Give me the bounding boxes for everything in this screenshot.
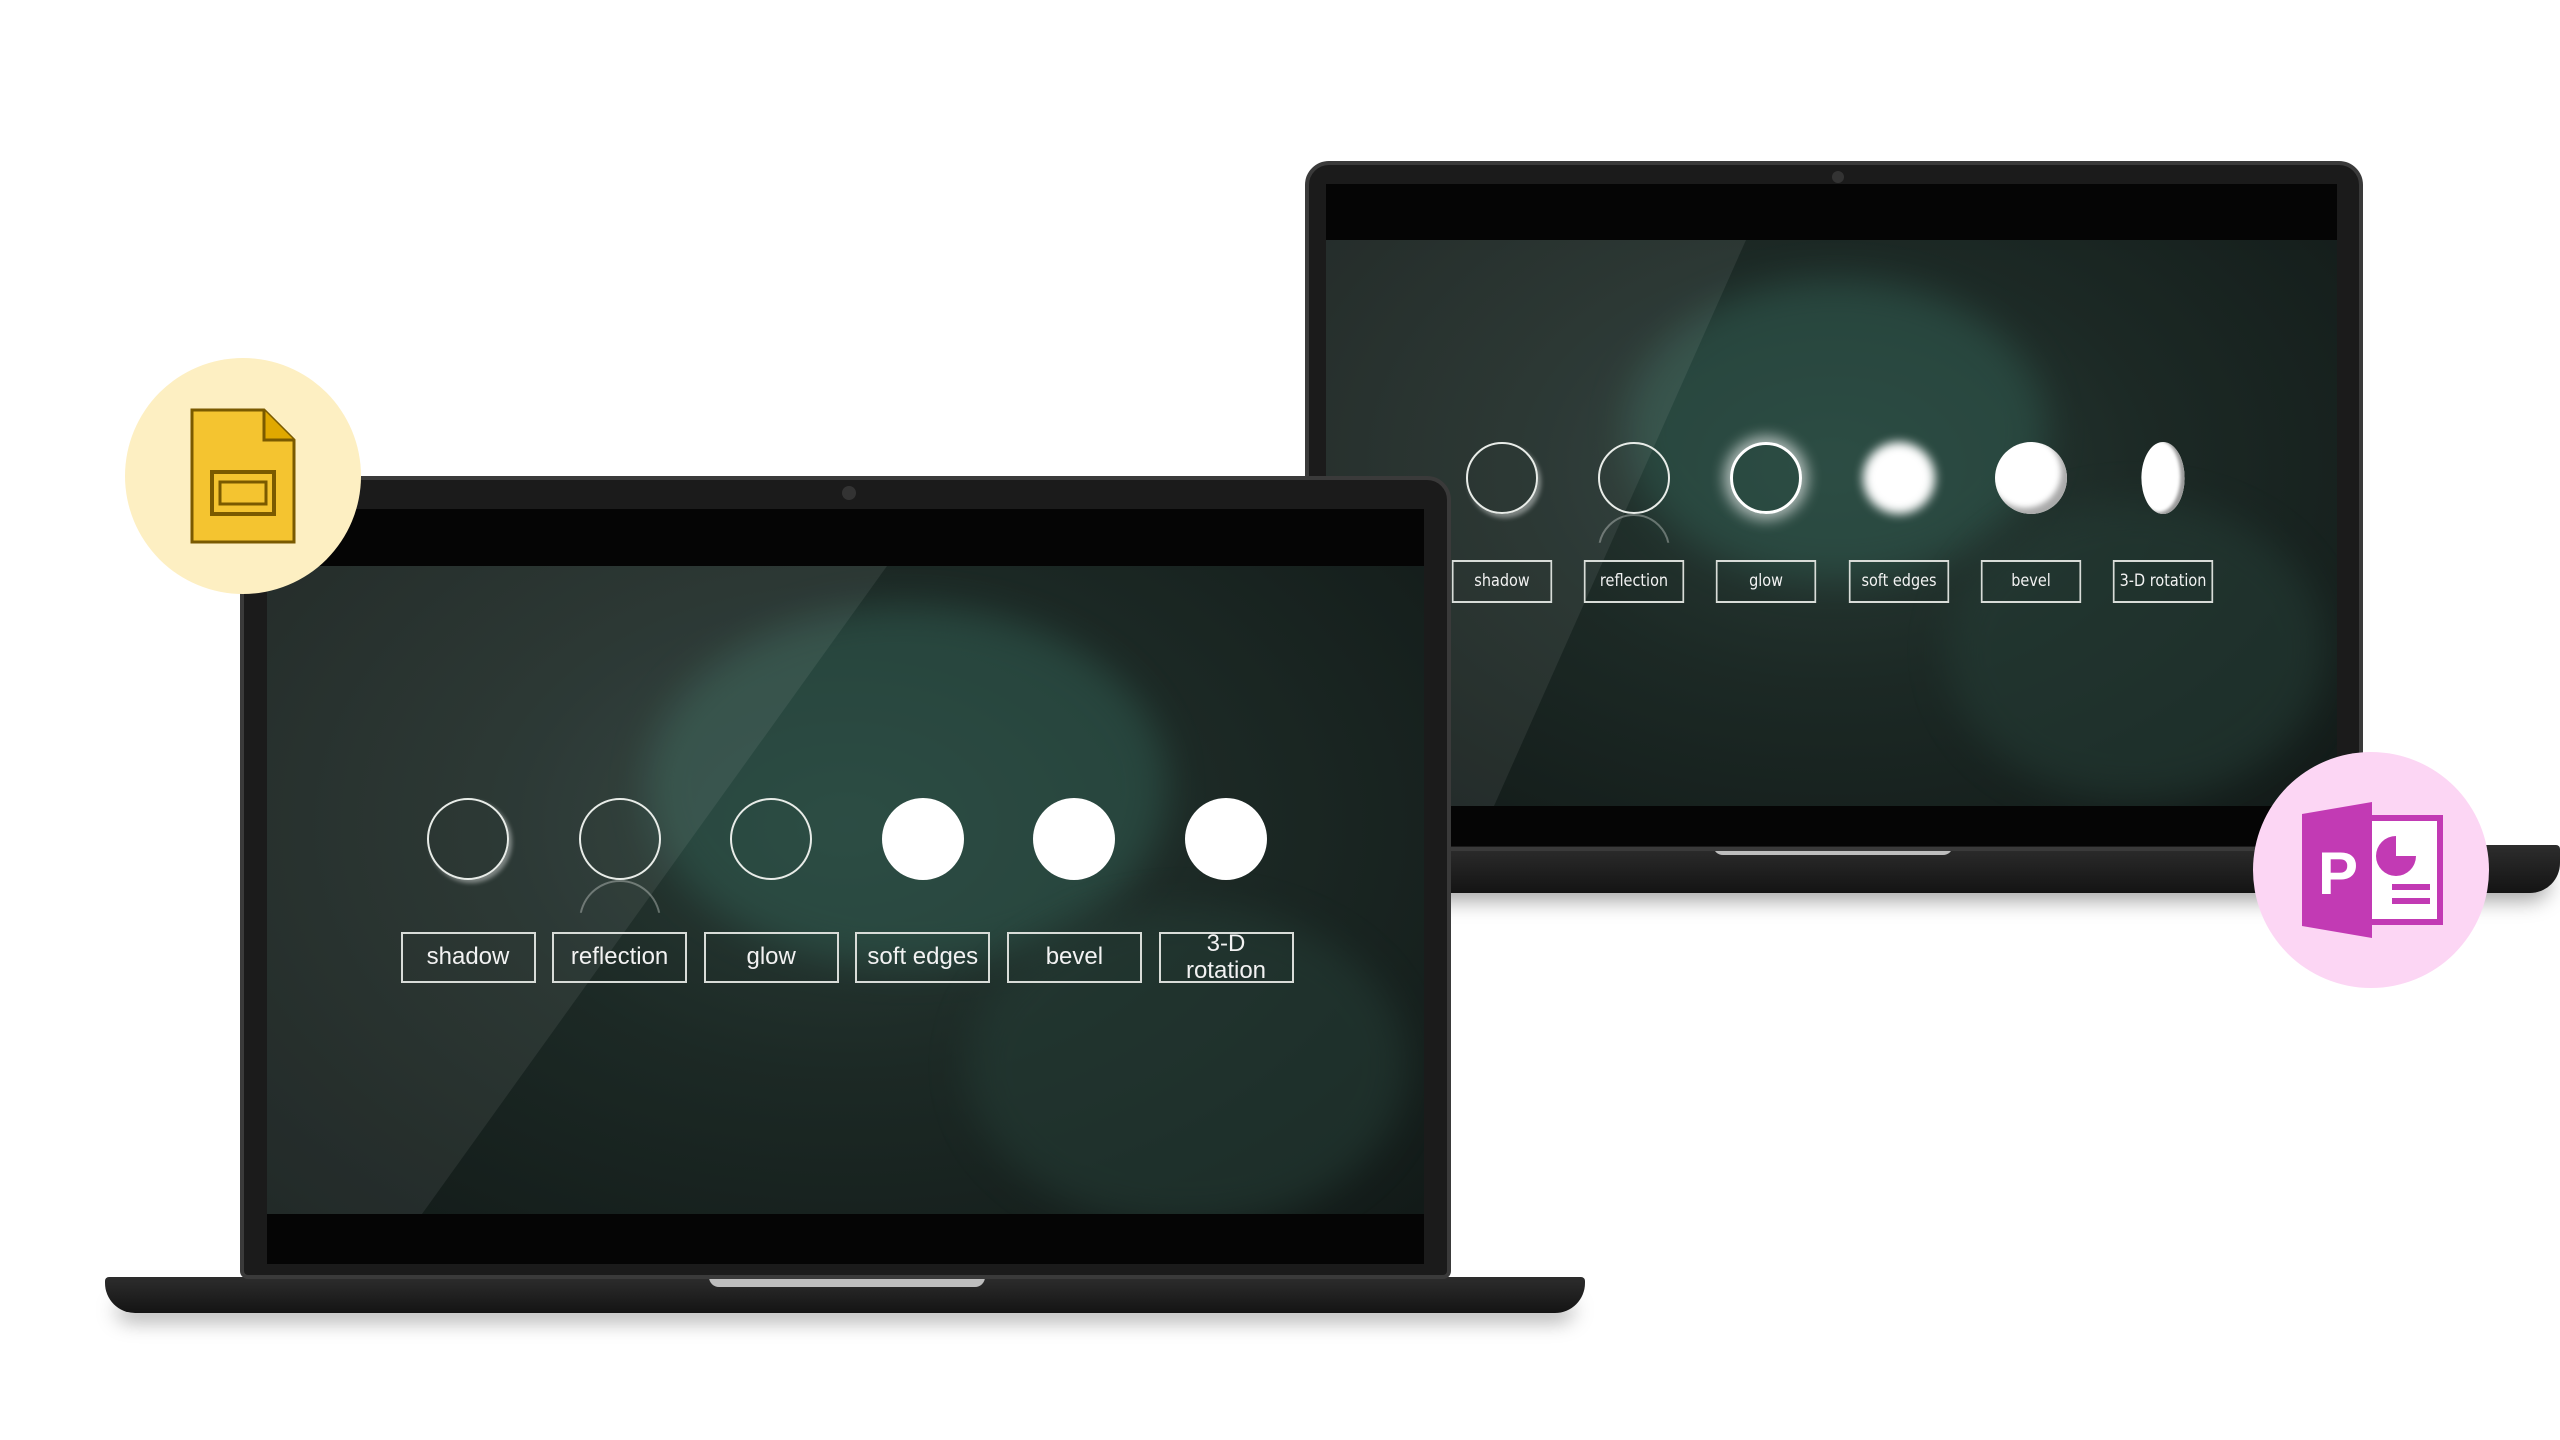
- screen-bottom-band: [267, 1214, 1424, 1264]
- effect-label: bevel: [1006, 932, 1142, 983]
- screen-top-band: [1326, 184, 2337, 240]
- powerpoint-badge: P: [2253, 752, 2489, 988]
- effect-shape-soft-edges: [881, 798, 964, 880]
- powerpoint-icon: P: [2302, 802, 2443, 938]
- left-laptop-bezel: shadow reflection glow soft edges bevel 3-D ro…: [240, 476, 1451, 1279]
- effect-shape-glow: [730, 798, 813, 880]
- screen-top-band: [267, 509, 1424, 566]
- camera: [1832, 171, 1844, 183]
- svg-text:P: P: [2318, 840, 2358, 907]
- camera: [842, 486, 856, 500]
- effect-label: soft edges: [855, 932, 991, 983]
- effect-label: 3-D rotation: [1158, 930, 1294, 983]
- google-slides-badge: [125, 358, 361, 594]
- effect-label: reflection: [552, 932, 688, 983]
- effect-label: 3-D rotation: [2112, 560, 2214, 603]
- effect-label: glow: [1716, 560, 1817, 603]
- right-slide-screen: shadow reflection glow soft edges bevel 3-D r…: [1326, 240, 2337, 806]
- effect-shape-bevel: [1033, 798, 1116, 880]
- effect-shape-shadow: [427, 798, 509, 880]
- effect-label: glow: [703, 932, 839, 983]
- effect-shape-3-D-rotation: [1185, 798, 1267, 880]
- google-slides-icon: [190, 408, 296, 544]
- right-laptop-bezel: shadow reflection glow soft edges bevel 3-D r…: [1305, 161, 2363, 851]
- effect-shape-reflection: [578, 798, 661, 880]
- effect-label: bevel: [1980, 560, 2081, 603]
- effect-label: soft edges: [1848, 560, 1949, 603]
- screen-bottom-band: [1326, 806, 2337, 846]
- effect-label: shadow: [400, 932, 536, 983]
- effect-shape-shadow: [1466, 442, 1538, 514]
- effect-shape-glow: [1730, 442, 1803, 514]
- effect-shape-bevel: [1994, 442, 2067, 514]
- effect-label: shadow: [1451, 560, 1553, 603]
- effect-shape-reflection: [1598, 442, 1671, 514]
- left-slide-screen: shadow reflection glow soft edges bevel 3-D ro…: [267, 566, 1424, 1214]
- effect-label: reflection: [1584, 560, 1685, 603]
- effect-shape-soft-edges: [1862, 442, 1935, 514]
